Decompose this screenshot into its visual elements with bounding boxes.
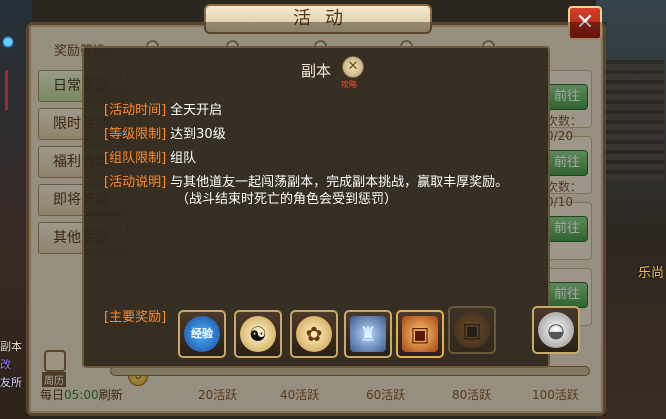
chest-icon: ▣ <box>454 312 490 348</box>
info-key: [组队限制] <box>104 151 167 166</box>
info-value: 达到30级 <box>170 127 226 142</box>
info-value: 组队 <box>170 151 197 166</box>
armor-icon: ♜ <box>350 316 386 352</box>
world-sign-text: 乐尚 <box>637 266 664 281</box>
info-key: [活动说明] <box>104 175 167 190</box>
exp-orb-icon: 经验 <box>184 316 220 352</box>
building-roof <box>604 60 664 180</box>
reward-slot[interactable]: ▣ <box>396 310 444 358</box>
info-desc: [活动说明] 与其他道友一起闯荡副本，完成副本挑战，赢取丰厚奖励。 （战斗结束时死… <box>104 174 534 208</box>
reward-slot[interactable]: ♜ <box>344 310 392 358</box>
reward-slot[interactable]: ✿ <box>290 310 338 358</box>
game-world-right: 乐尚 <box>596 0 666 419</box>
info-team: [组队限制] 组队 <box>104 150 196 167</box>
rewards-label: [主要奖励] <box>104 310 167 325</box>
treasure-chest-icon: ▣ <box>402 316 438 352</box>
paw-medal-icon: ✿ <box>296 316 332 352</box>
silver-ingot-icon: ◒ <box>538 312 574 348</box>
info-key: [等级限制] <box>104 127 167 142</box>
info-note: （战斗结束时死亡的角色会受到惩罚） <box>176 192 398 207</box>
reward-slot-bg: ▣ <box>448 306 496 354</box>
reward-slot[interactable]: ☯ <box>234 310 282 358</box>
guide-badge-label: 攻略 <box>341 80 357 89</box>
info-level: [等级限制] 达到30级 <box>104 126 226 143</box>
info-time: [活动时间] 全天开启 <box>104 102 222 119</box>
reward-slot-bg: ◒ <box>532 306 580 354</box>
lantern-icon <box>2 30 14 70</box>
reward-slot[interactable]: 经验 <box>178 310 226 358</box>
info-key: [活动时间] <box>104 103 167 118</box>
tassel-decoration <box>5 70 8 110</box>
info-value: 全天开启 <box>170 103 223 118</box>
info-value: 与其他道友一起闯荡副本，完成副本挑战，赢取丰厚奖励。 <box>170 175 509 190</box>
guide-badge-icon[interactable]: ✕ 攻略 <box>341 56 364 89</box>
popup-title: 副本 <box>300 62 331 80</box>
taiji-icon: ☯ <box>240 316 276 352</box>
